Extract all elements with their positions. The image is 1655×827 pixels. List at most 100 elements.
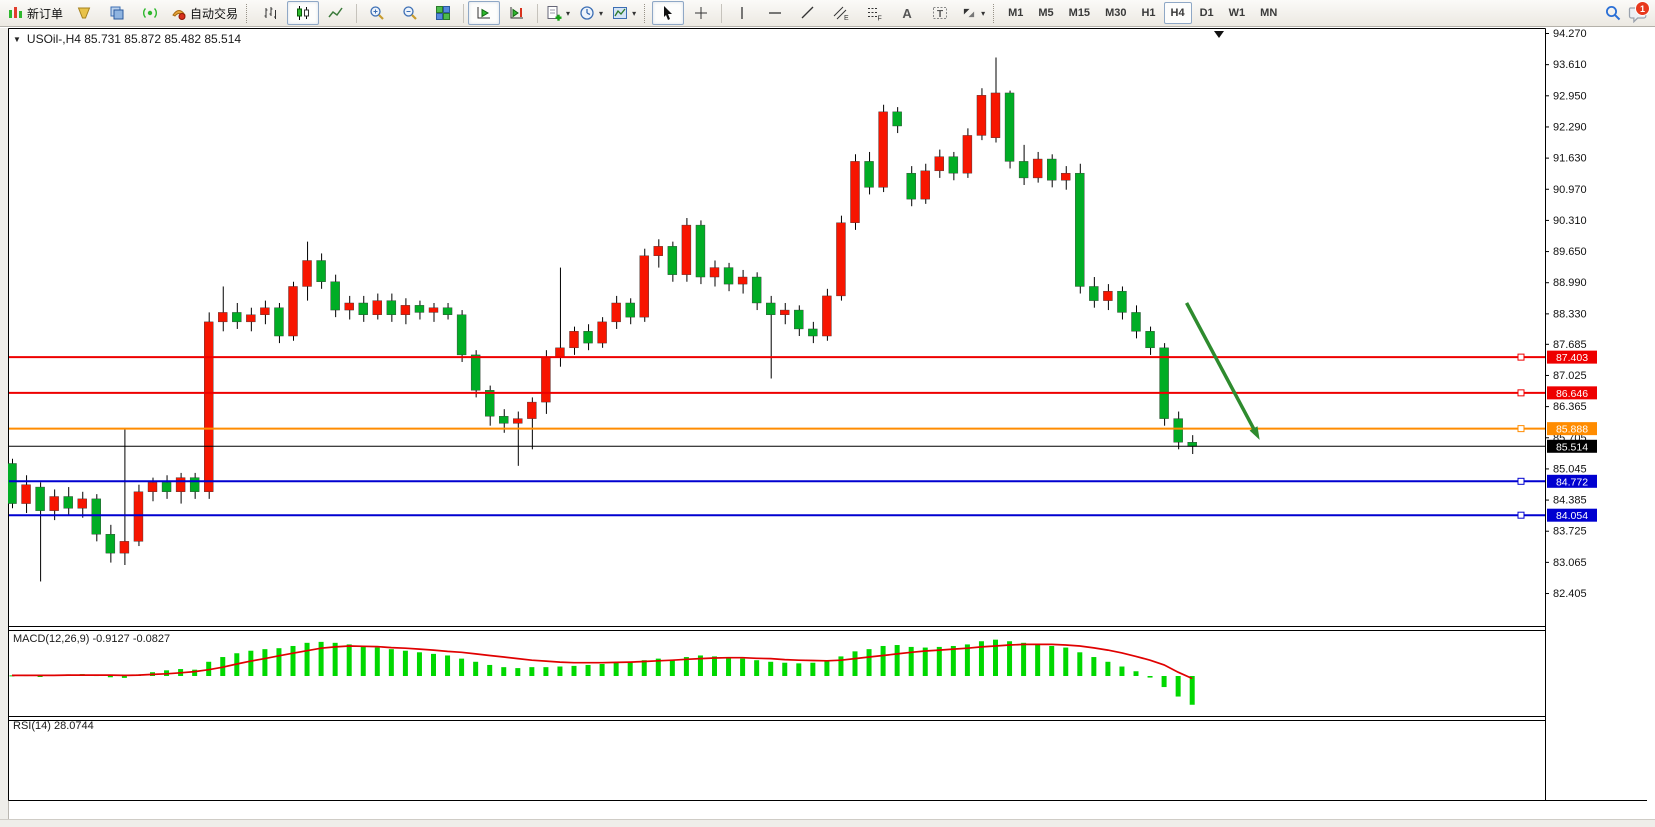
macd-histogram-bar <box>586 665 591 676</box>
vertical-line-icon <box>734 5 750 21</box>
svg-text:87.025: 87.025 <box>1553 370 1587 382</box>
candle-body <box>415 305 424 312</box>
macd-indicator-label: MACD(12,26,9) -0.9127 -0.0827 <box>13 633 170 645</box>
template-icon <box>612 5 628 21</box>
timeframe-m30-button[interactable]: M30 <box>1098 2 1133 24</box>
timeframe-m15-button[interactable]: M15 <box>1062 2 1097 24</box>
svg-text:82.405: 82.405 <box>1553 588 1587 600</box>
text-label-tool-button[interactable]: T <box>924 1 956 25</box>
svg-text:90.310: 90.310 <box>1553 215 1587 227</box>
crosshair-tool-button[interactable] <box>685 1 717 25</box>
candle-body <box>879 112 888 188</box>
trendline-tool-button[interactable] <box>792 1 824 25</box>
candle-body <box>893 112 902 126</box>
toolbar-separator <box>721 4 722 23</box>
candle-body <box>317 261 326 282</box>
toolbar-separator <box>356 4 357 23</box>
timeframe-d1-button[interactable]: D1 <box>1193 2 1221 24</box>
toolbar-separator <box>537 4 538 23</box>
candle-body <box>555 348 564 357</box>
timeframe-m1-button[interactable]: M1 <box>1001 2 1030 24</box>
signal-button[interactable] <box>134 1 166 25</box>
vertical-line-tool-button[interactable] <box>726 1 758 25</box>
macd-histogram-bar <box>1190 676 1195 705</box>
indicators-icon <box>546 5 562 21</box>
candle-body <box>921 171 930 199</box>
candle-body <box>1174 419 1183 443</box>
candle-body <box>485 390 494 416</box>
toolbar-grip <box>644 4 647 23</box>
svg-text:E: E <box>844 15 849 21</box>
timeframe-h1-button[interactable]: H1 <box>1134 2 1162 24</box>
periods-button[interactable]: ▾ <box>575 1 607 25</box>
macd-histogram-bar <box>403 651 408 676</box>
svg-text:87.403: 87.403 <box>1556 352 1588 364</box>
fibonacci-icon: F <box>866 5 882 21</box>
bar-chart-button[interactable] <box>254 1 286 25</box>
macd-histogram-bar <box>319 642 324 676</box>
timeframe-w1-button[interactable]: W1 <box>1222 2 1253 24</box>
macd-histogram-bar <box>1162 676 1167 687</box>
candle-body <box>471 355 480 390</box>
auto-trading-button[interactable]: 自动交易 <box>167 1 242 25</box>
cursor-tool-button[interactable] <box>652 1 684 25</box>
search-icon[interactable] <box>1605 5 1621 21</box>
macd-histogram-bar <box>445 655 450 676</box>
macd-histogram-bar <box>375 648 380 676</box>
svg-text:84.054: 84.054 <box>1556 510 1588 522</box>
styler-button[interactable] <box>68 1 100 25</box>
notifications-button[interactable]: 1 <box>1627 3 1647 23</box>
arrows-tool-button[interactable]: ▾ <box>957 1 989 25</box>
zoom-in-button[interactable] <box>361 1 393 25</box>
trend-arrow <box>1187 303 1254 428</box>
candle-body <box>274 308 283 336</box>
macd-histogram-bar <box>1176 676 1181 697</box>
chart-shift-button[interactable] <box>501 1 533 25</box>
line-chart-icon <box>328 5 344 21</box>
candle-body <box>1089 286 1098 300</box>
candle-body <box>654 246 663 255</box>
fibonacci-tool-button[interactable]: F <box>858 1 890 25</box>
candlestick-chart-button[interactable] <box>287 1 319 25</box>
svg-text:85.514: 85.514 <box>1556 441 1588 453</box>
tile-windows-button[interactable] <box>427 1 459 25</box>
channel-tool-button[interactable]: E <box>825 1 857 25</box>
text-tool-button[interactable]: A <box>891 1 923 25</box>
candle-body <box>752 277 761 303</box>
bar-chart-icon <box>262 5 278 21</box>
candle-body <box>232 312 241 321</box>
line-chart-button[interactable] <box>320 1 352 25</box>
svg-text:83.725: 83.725 <box>1553 526 1587 538</box>
candle-body <box>218 312 227 321</box>
macd-histogram-bar <box>1105 662 1110 676</box>
macd-histogram-bar <box>867 649 872 676</box>
collapse-icon[interactable]: ▼ <box>13 35 21 44</box>
candle-body <box>303 261 312 287</box>
candle-body <box>8 463 17 503</box>
dropdown-caret: ▾ <box>632 9 636 18</box>
svg-text:83.065: 83.065 <box>1553 557 1587 569</box>
candle-body <box>64 497 73 509</box>
macd-histogram-bar <box>276 648 281 676</box>
expert-advisor-icon <box>171 5 187 21</box>
timeframe-mn-button[interactable]: MN <box>1253 2 1284 24</box>
indicators-button[interactable]: ▾ <box>542 1 574 25</box>
shift-marker-icon <box>1214 31 1224 38</box>
clock-icon <box>579 5 595 21</box>
auto-scroll-button[interactable] <box>468 1 500 25</box>
timeframe-h4-button[interactable]: H4 <box>1164 2 1192 24</box>
chart-canvas[interactable]: 94.27093.61092.95092.29091.63090.97090.3… <box>8 28 1655 826</box>
horizontal-line-tool-button[interactable] <box>759 1 791 25</box>
svg-text:93.610: 93.610 <box>1553 59 1587 71</box>
zoom-out-button[interactable] <box>394 1 426 25</box>
svg-text:92.290: 92.290 <box>1553 121 1587 133</box>
candle-body <box>457 315 466 355</box>
candle-body <box>1047 159 1056 180</box>
depth-of-market-button[interactable] <box>101 1 133 25</box>
timeframe-m5-button[interactable]: M5 <box>1031 2 1060 24</box>
macd-histogram-bar <box>740 659 745 676</box>
chart-title: ▼ USOil-,H4 85.731 85.872 85.482 85.514 <box>13 32 241 46</box>
templates-button[interactable]: ▾ <box>608 1 640 25</box>
new-order-button[interactable]: 新订单 <box>4 1 67 25</box>
svg-text:88.330: 88.330 <box>1553 308 1587 320</box>
